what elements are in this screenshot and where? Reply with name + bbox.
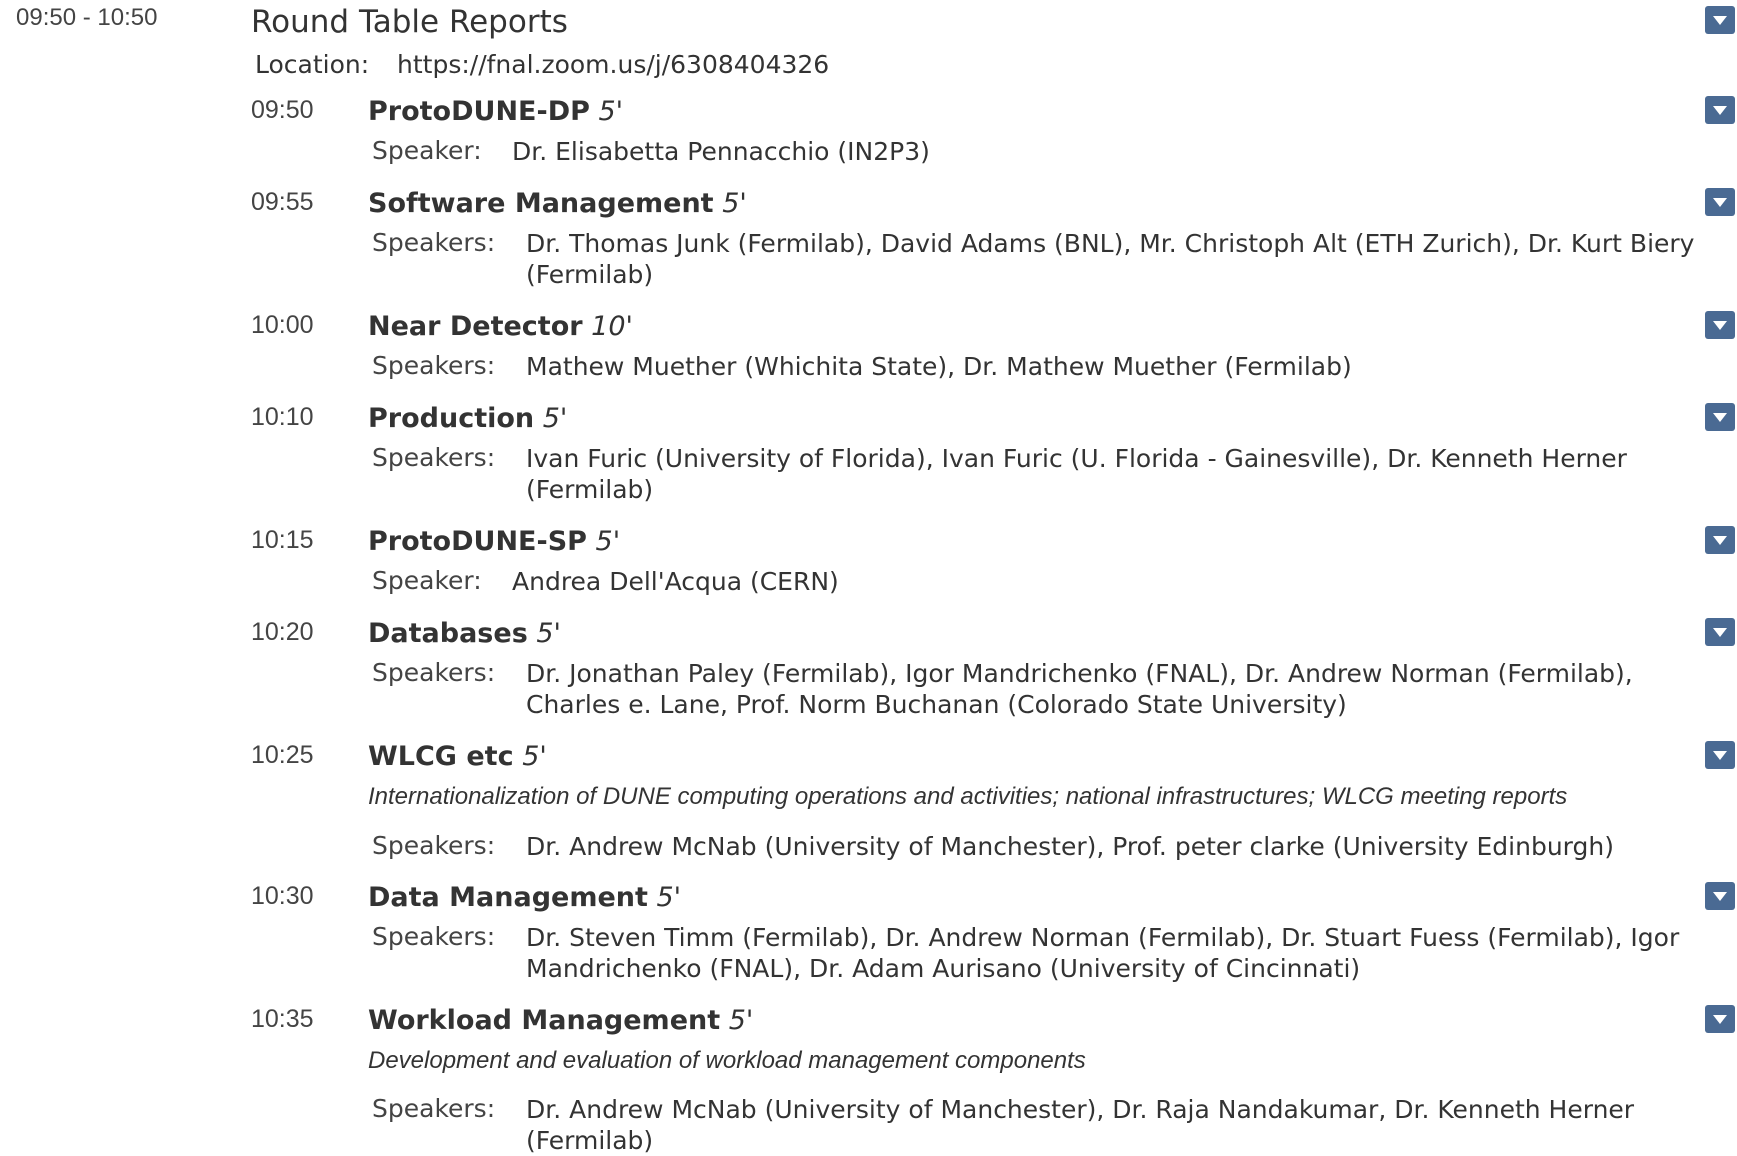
contribution-title[interactable]: Production 5' bbox=[368, 403, 567, 434]
contribution-time: 09:55 bbox=[251, 188, 314, 216]
speaker-label: Speakers: bbox=[372, 658, 496, 687]
contribution-title[interactable]: Data Management 5' bbox=[368, 882, 681, 913]
session-title[interactable]: Round Table Reports bbox=[251, 4, 568, 40]
contribution-description: Development and evaluation of workload m… bbox=[368, 1047, 1086, 1074]
contribution-menu-chevron-down-icon[interactable] bbox=[1705, 882, 1735, 910]
speaker-label: Speaker: bbox=[372, 136, 482, 165]
contribution-duration: 5' bbox=[595, 526, 621, 557]
contribution-time: 10:10 bbox=[251, 403, 314, 431]
contribution-title-text[interactable]: Production bbox=[368, 403, 534, 434]
contribution-duration: 5' bbox=[656, 882, 682, 913]
contribution-title-text[interactable]: ProtoDUNE-SP bbox=[368, 526, 587, 557]
contribution-menu-chevron-down-icon[interactable] bbox=[1705, 618, 1735, 646]
speaker-list: Dr. Andrew McNab (University of Manchest… bbox=[526, 1095, 1635, 1155]
speaker-list: Dr. Thomas Junk (Fermilab), David Adams … bbox=[526, 229, 1695, 289]
speaker-list: Dr. Elisabetta Pennacchio (IN2P3) bbox=[512, 137, 930, 166]
contribution-title[interactable]: Software Management 5' bbox=[368, 188, 747, 219]
session-time-range: 09:50 - 10:50 bbox=[16, 4, 158, 31]
contribution-time: 10:20 bbox=[251, 618, 314, 646]
contribution-description: Internationalization of DUNE computing o… bbox=[368, 783, 1568, 810]
contribution-duration: 5' bbox=[522, 741, 547, 772]
session-menu-chevron-down-icon[interactable] bbox=[1705, 6, 1735, 34]
contribution-menu-chevron-down-icon[interactable] bbox=[1705, 188, 1735, 216]
contribution-duration: 5' bbox=[542, 403, 568, 434]
speaker-list: Ivan Furic (University of Florida), Ivan… bbox=[526, 444, 1627, 504]
location-label: Location: bbox=[255, 50, 370, 79]
contribution-title[interactable]: ProtoDUNE-SP 5' bbox=[368, 526, 620, 557]
contribution-title[interactable]: WLCG etc 5' bbox=[368, 741, 547, 772]
contribution-title-text[interactable]: Databases bbox=[368, 618, 528, 649]
speaker-label: Speakers: bbox=[372, 351, 496, 380]
contribution-title-text[interactable]: WLCG etc bbox=[368, 741, 514, 772]
speaker-label: Speakers: bbox=[372, 831, 496, 860]
contribution-time: 09:50 bbox=[251, 96, 314, 124]
contribution-title[interactable]: Near Detector 10' bbox=[368, 311, 633, 342]
contribution-title-text[interactable]: Near Detector bbox=[368, 311, 583, 342]
contribution-time: 10:00 bbox=[251, 311, 314, 339]
contribution-menu-chevron-down-icon[interactable] bbox=[1705, 403, 1735, 431]
contribution-duration: 5' bbox=[598, 96, 624, 127]
speaker-list: Dr. Steven Timm (Fermilab), Dr. Andrew N… bbox=[526, 923, 1680, 983]
speaker-label: Speakers: bbox=[372, 922, 496, 951]
contribution-duration: 10' bbox=[591, 311, 633, 342]
contribution-menu-chevron-down-icon[interactable] bbox=[1705, 311, 1735, 339]
contribution-duration: 5' bbox=[536, 618, 561, 649]
contribution-time: 10:25 bbox=[251, 741, 314, 769]
contribution-duration: 5' bbox=[728, 1005, 754, 1036]
contribution-title[interactable]: Databases 5' bbox=[368, 618, 561, 649]
contribution-title[interactable]: Workload Management 5' bbox=[368, 1005, 753, 1036]
contribution-title-text[interactable]: Workload Management bbox=[368, 1005, 720, 1036]
contribution-time: 10:35 bbox=[251, 1005, 314, 1033]
contribution-time: 10:15 bbox=[251, 526, 314, 554]
speaker-label: Speakers: bbox=[372, 443, 496, 472]
contribution-menu-chevron-down-icon[interactable] bbox=[1705, 741, 1735, 769]
speaker-label: Speakers: bbox=[372, 228, 496, 257]
contribution-menu-chevron-down-icon[interactable] bbox=[1705, 1005, 1735, 1033]
contribution-title-text[interactable]: ProtoDUNE-DP bbox=[368, 96, 590, 127]
contribution-title-text[interactable]: Data Management bbox=[368, 882, 648, 913]
contribution-title-text[interactable]: Software Management bbox=[368, 188, 714, 219]
contribution-menu-chevron-down-icon[interactable] bbox=[1705, 526, 1735, 554]
speaker-label: Speakers: bbox=[372, 1094, 496, 1123]
speaker-list: Dr. Jonathan Paley (Fermilab), Igor Mand… bbox=[526, 659, 1633, 719]
contribution-duration: 5' bbox=[722, 188, 747, 219]
location-link[interactable]: https://fnal.zoom.us/j/6308404326 bbox=[397, 50, 829, 79]
speaker-list: Mathew Muether (Whichita State), Dr. Mat… bbox=[526, 352, 1352, 381]
speaker-label: Speaker: bbox=[372, 566, 482, 595]
contribution-menu-chevron-down-icon[interactable] bbox=[1705, 96, 1735, 124]
speaker-list: Dr. Andrew McNab (University of Manchest… bbox=[526, 832, 1614, 861]
speaker-list: Andrea Dell'Acqua (CERN) bbox=[512, 567, 839, 596]
contribution-time: 10:30 bbox=[251, 882, 314, 910]
contribution-title[interactable]: ProtoDUNE-DP 5' bbox=[368, 96, 623, 127]
